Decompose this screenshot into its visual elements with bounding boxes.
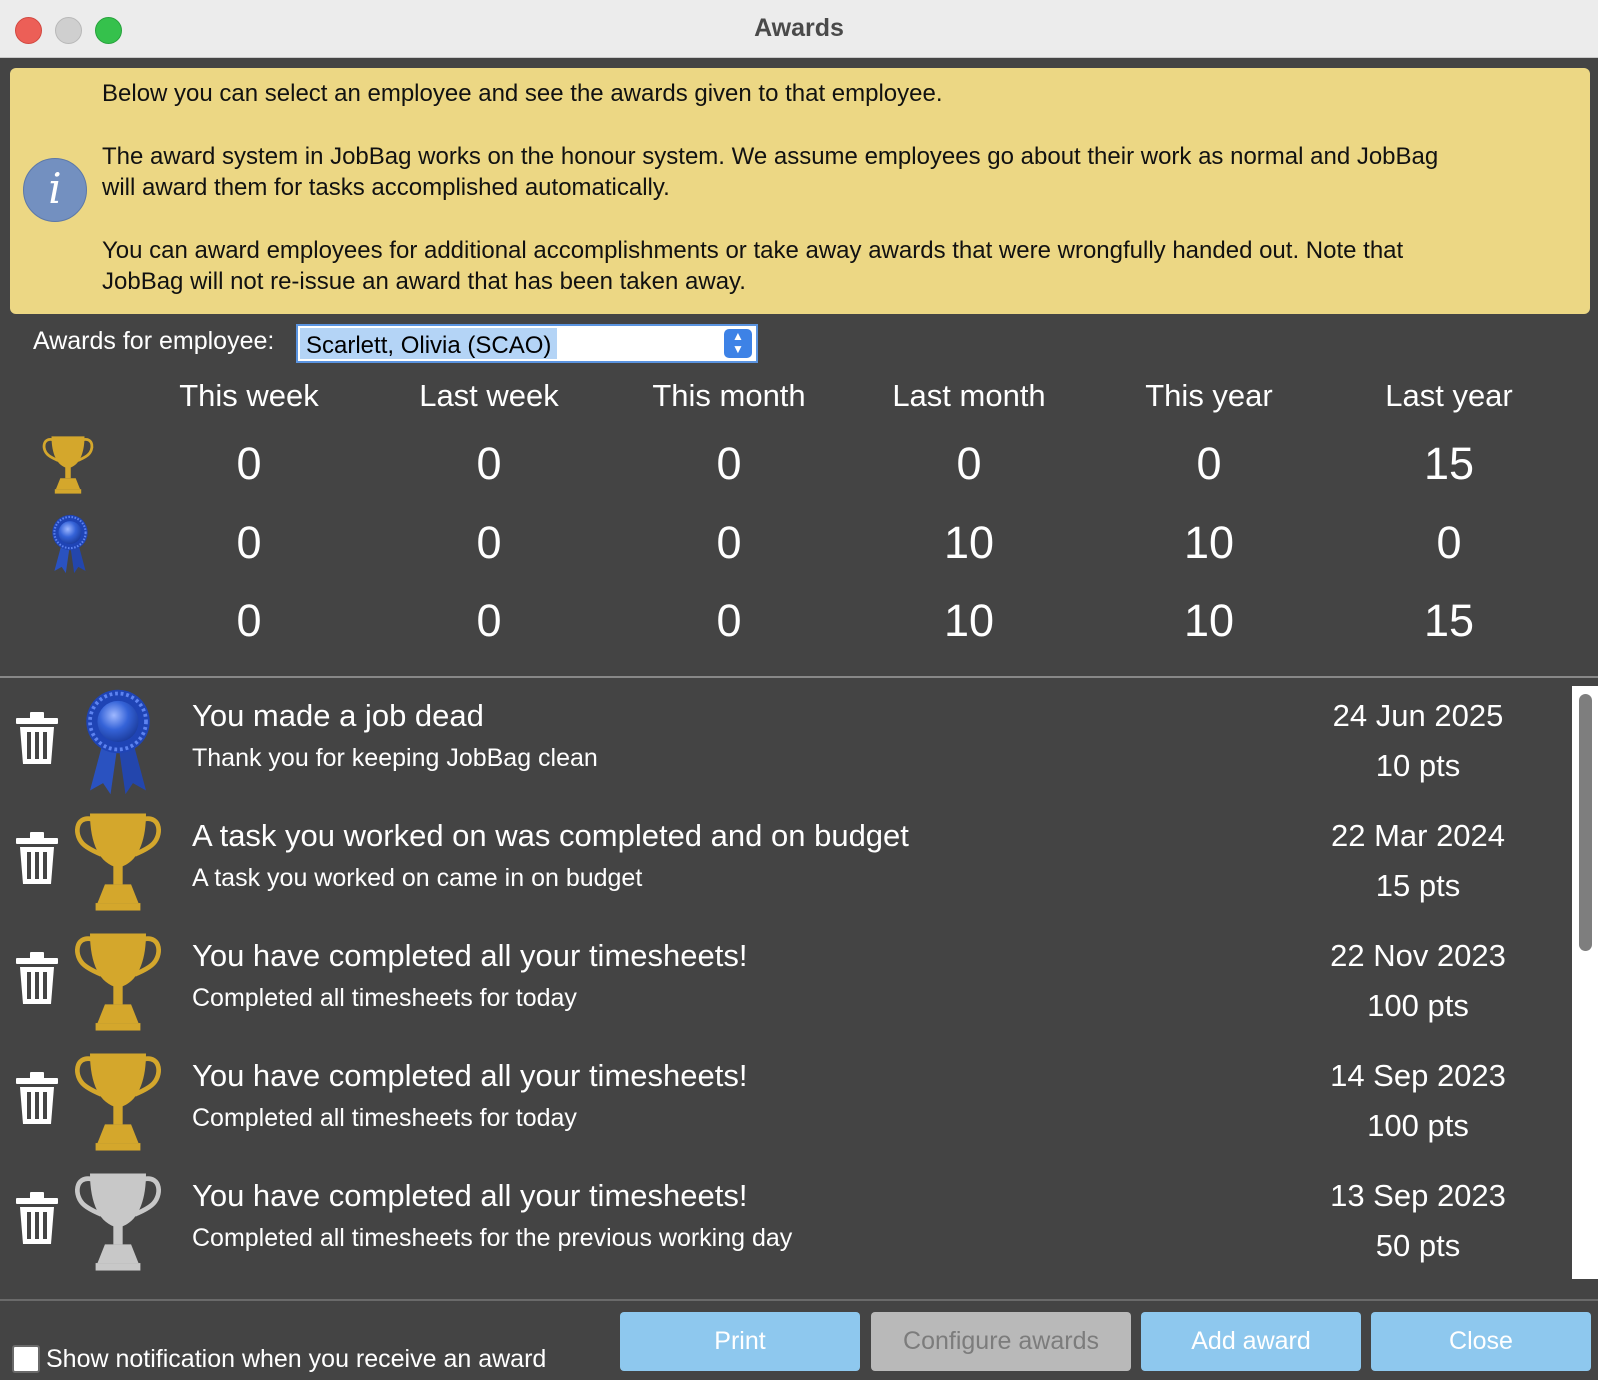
trophy-last-year: 15 (1423, 438, 1475, 489)
ribbon-last-week: 0 (476, 517, 502, 568)
trophy-this-month: 0 (716, 438, 742, 489)
awards-list: You made a job dead Thank you for keepin… (0, 678, 1598, 1299)
add-award-button[interactable]: Add award (1141, 1312, 1361, 1371)
award-points: 50 pts (1375, 1228, 1461, 1263)
select-stepper-icon[interactable]: ▲ ▼ (724, 329, 752, 358)
info-paragraph-2-line-1: The award system in JobBag works on the … (102, 143, 1439, 170)
column-this-week: This week (179, 378, 319, 413)
gold-trophy-icon (70, 1046, 166, 1158)
award-title: You made a job dead (192, 698, 484, 733)
close-button[interactable]: Close (1371, 1312, 1591, 1371)
ribbon-last-month: 10 (943, 517, 995, 568)
ribbon-last-year: 0 (1436, 517, 1462, 568)
award-row[interactable]: You have completed all your timesheets! … (0, 1044, 1570, 1164)
total-last-month: 10 (943, 595, 995, 646)
trash-icon[interactable] (14, 830, 60, 886)
ribbon-this-year: 10 (1183, 517, 1235, 568)
award-date: 14 Sep 2023 (1330, 1058, 1506, 1093)
award-points: 100 pts (1367, 988, 1469, 1023)
ribbon-this-week: 0 (236, 517, 262, 568)
total-last-year: 15 (1423, 595, 1475, 646)
award-points: 15 pts (1375, 868, 1461, 903)
title-bar: Awards (0, 0, 1598, 58)
ribbon-this-month: 0 (716, 517, 742, 568)
total-last-week: 0 (476, 595, 502, 646)
gold-trophy-icon (70, 926, 166, 1038)
total-this-week: 0 (236, 595, 262, 646)
info-paragraph-2-line-2: will award them for tasks accomplished a… (102, 174, 670, 201)
info-banner: i Below you can select an employee and s… (10, 68, 1590, 314)
award-subtitle: A task you worked on came in on budget (192, 864, 643, 892)
column-last-year: Last year (1385, 378, 1513, 413)
award-subtitle: Completed all timesheets for today (192, 984, 577, 1012)
award-row[interactable]: You have completed all your timesheets! … (0, 924, 1570, 1044)
award-row[interactable]: You made a job dead Thank you for keepin… (0, 684, 1570, 804)
employee-select-value: Scarlett, Olivia (SCAO) (300, 328, 558, 359)
column-last-month: Last month (892, 378, 1046, 413)
trophy-icon (36, 432, 100, 498)
employee-select[interactable]: Scarlett, Olivia (SCAO) ▲ ▼ (296, 324, 758, 363)
trash-icon[interactable] (14, 1190, 60, 1246)
column-last-week: Last week (419, 378, 559, 413)
trophy-this-year: 0 (1196, 438, 1222, 489)
employee-label: Awards for employee: (33, 327, 275, 355)
footer-divider (0, 1299, 1598, 1301)
total-this-month: 0 (716, 595, 742, 646)
award-date: 22 Mar 2024 (1330, 818, 1506, 853)
trash-icon[interactable] (14, 950, 60, 1006)
blue-ribbon-icon (70, 686, 166, 798)
award-subtitle: Completed all timesheets for today (192, 1104, 577, 1132)
award-row[interactable]: A task you worked on was completed and o… (0, 804, 1570, 924)
trophy-last-week: 0 (476, 438, 502, 489)
award-row[interactable]: You have completed all your timesheets! … (0, 1164, 1570, 1284)
award-title: You have completed all your timesheets! (192, 938, 748, 973)
total-this-year: 10 (1183, 595, 1235, 646)
column-this-month: This month (652, 378, 806, 413)
ribbon-icon (44, 510, 96, 578)
notification-label: Show notification when you receive an aw… (46, 1345, 547, 1373)
column-this-year: This year (1145, 378, 1273, 413)
award-subtitle: Thank you for keeping JobBag clean (192, 744, 598, 772)
award-date: 24 Jun 2025 (1332, 698, 1504, 733)
trash-icon[interactable] (14, 1070, 60, 1126)
info-paragraph-3-line-1: You can award employees for additional a… (102, 237, 1404, 264)
print-button[interactable]: Print (620, 1312, 860, 1371)
trash-icon[interactable] (14, 710, 60, 766)
configure-awards-button[interactable]: Configure awards (871, 1312, 1131, 1371)
trophy-last-month: 0 (956, 438, 982, 489)
info-icon: i (23, 158, 87, 222)
info-paragraph-1: Below you can select an employee and see… (102, 80, 943, 107)
award-points: 10 pts (1375, 748, 1461, 783)
silver-trophy-icon (70, 1166, 166, 1278)
award-date: 13 Sep 2023 (1330, 1178, 1506, 1213)
trophy-this-week: 0 (236, 438, 262, 489)
award-points: 100 pts (1367, 1108, 1469, 1143)
award-title: A task you worked on was completed and o… (192, 818, 909, 853)
awards-window: Awards i Below you can select an employe… (0, 0, 1598, 1380)
gold-trophy-icon (70, 806, 166, 918)
scrollbar-thumb[interactable] (1579, 694, 1592, 951)
notification-checkbox[interactable] (12, 1345, 40, 1373)
award-title: You have completed all your timesheets! (192, 1058, 748, 1093)
info-paragraph-3-line-2: JobBag will not re-issue an award that h… (102, 268, 746, 295)
award-subtitle: Completed all timesheets for the previou… (192, 1224, 793, 1252)
award-date: 22 Nov 2023 (1330, 938, 1506, 973)
window-title: Awards (754, 14, 844, 42)
award-title: You have completed all your timesheets! (192, 1178, 748, 1213)
